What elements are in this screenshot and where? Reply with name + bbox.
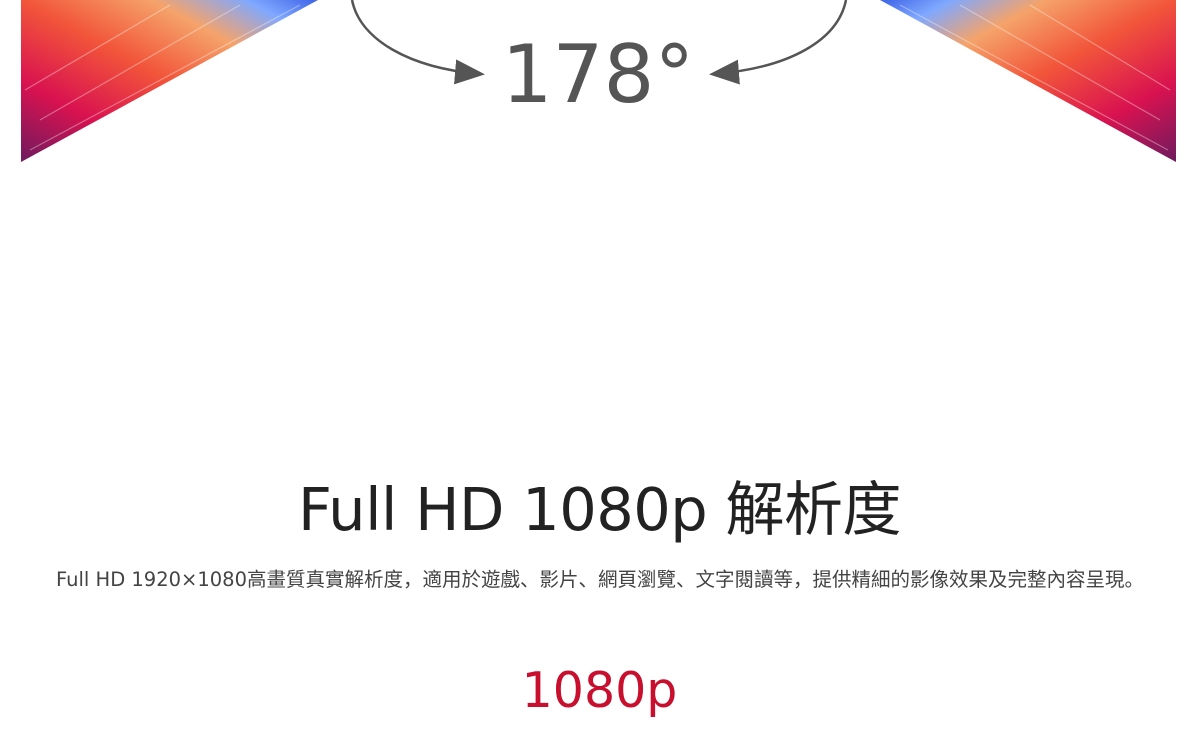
feature-heading: Full HD 1080p 解析度 [297, 475, 902, 544]
viewing-angle-banner: 178° [21, 0, 1176, 162]
left-color-wedge [21, 0, 318, 162]
right-color-wedge [880, 0, 1176, 162]
viewing-angle-label: 178° [502, 28, 695, 121]
right-arrow-icon [709, 0, 848, 85]
resolution-label: 1080p [521, 662, 678, 719]
feature-description: Full HD 1920×1080高畫質真實解析度，適用於遊戲、影片、網頁瀏覽、… [55, 568, 1144, 591]
left-arrow-icon [350, 0, 485, 85]
